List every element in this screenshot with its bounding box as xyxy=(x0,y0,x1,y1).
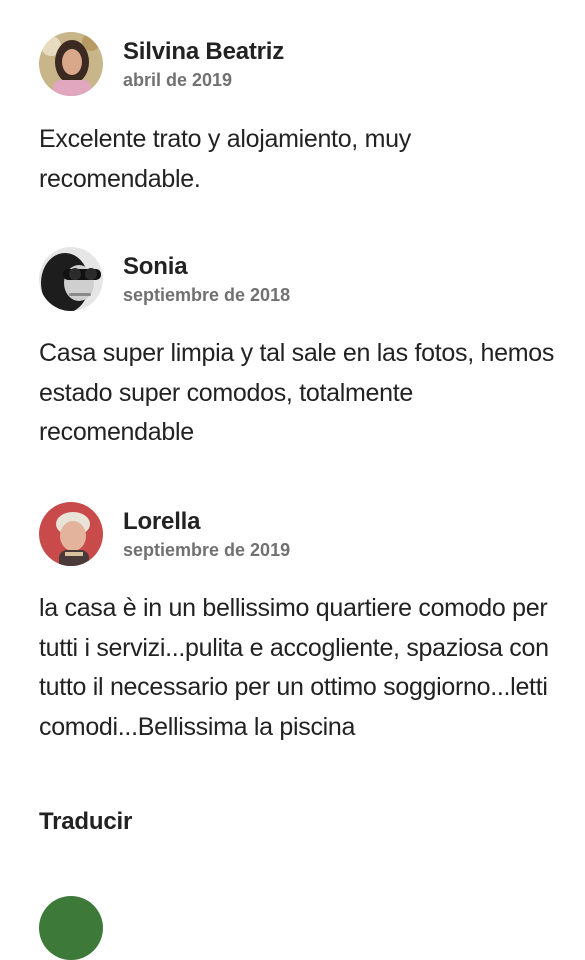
avatar[interactable] xyxy=(39,896,103,960)
review-date: septiembre de 2019 xyxy=(123,539,291,560)
review-header: Lorella septiembre de 2019 xyxy=(39,501,559,567)
review-author: Sonia xyxy=(123,252,188,280)
review-date: abril de 2019 xyxy=(123,69,233,90)
review-author: Lorella xyxy=(123,507,201,535)
avatar[interactable] xyxy=(39,502,103,566)
review-text: la casa è in un bellissimo quartiere com… xyxy=(39,594,549,741)
avatar[interactable] xyxy=(39,247,103,311)
review-header: Silvina Beatriz abril de 2019 xyxy=(39,31,559,97)
review-item: Silvina Beatriz abril de 2019 Excelente … xyxy=(39,31,559,199)
translate-button[interactable]: Traducir xyxy=(39,808,132,836)
review-author: Silvina Beatriz xyxy=(123,37,285,65)
review-header: Sonia septiembre de 2018 xyxy=(39,246,559,312)
review-text: Casa super limpia y tal sale en las foto… xyxy=(39,339,555,446)
avatar[interactable] xyxy=(39,32,103,96)
review-text: Excelente trato y alojamiento, muy recom… xyxy=(39,125,411,193)
review-item: Sonia septiembre de 2018 Casa super limp… xyxy=(39,246,559,453)
review-date: septiembre de 2018 xyxy=(123,284,291,305)
review-item: Lorella septiembre de 2019 la casa è in … xyxy=(39,501,559,747)
